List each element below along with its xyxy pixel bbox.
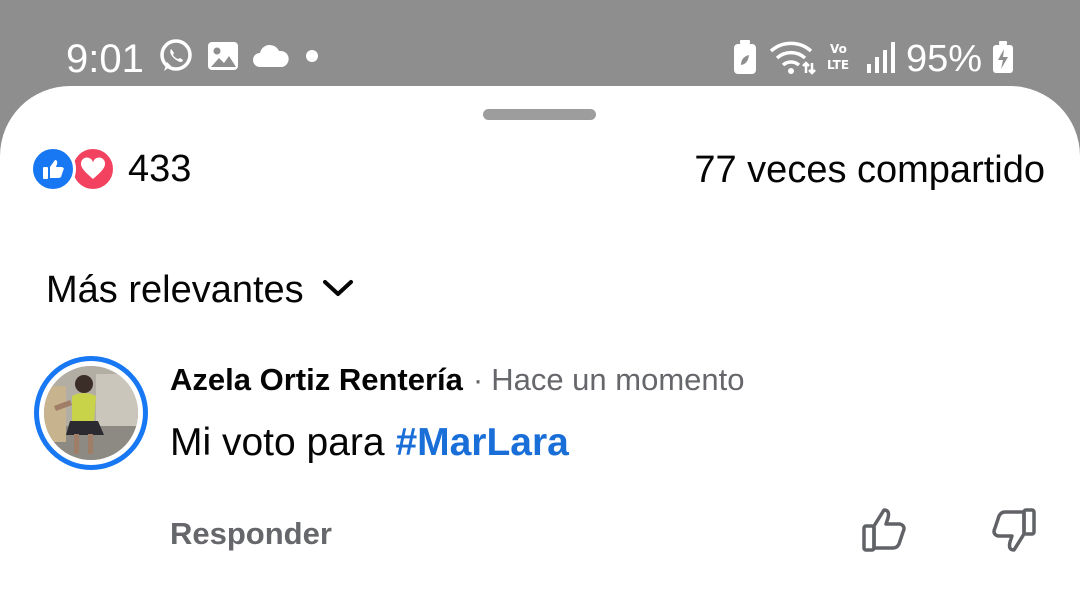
wifi-icon xyxy=(768,39,816,80)
volte-icon: Vo LTE xyxy=(826,39,856,80)
signal-icon xyxy=(866,40,896,79)
love-reaction-icon xyxy=(70,146,116,192)
whatsapp-icon xyxy=(158,38,194,79)
gallery-icon xyxy=(206,39,240,78)
status-bar: 9:01 Vo LTE 95% xyxy=(0,0,1080,100)
reactions-summary[interactable]: 433 xyxy=(30,146,191,192)
avatar[interactable] xyxy=(34,356,148,470)
separator-dot: · xyxy=(472,362,484,397)
avatar-image xyxy=(44,366,138,460)
comment-header: Azela Ortiz Rentería · Hace un momento xyxy=(170,360,745,400)
sheet-drag-handle[interactable] xyxy=(483,109,596,120)
thumbs-up-icon[interactable] xyxy=(860,504,912,556)
battery-percentage: 95% xyxy=(905,38,982,80)
chevron-down-icon xyxy=(322,278,354,303)
shares-count[interactable]: 77 veces compartido xyxy=(694,147,1045,193)
svg-text:LTE: LTE xyxy=(827,58,849,72)
reaction-count: 433 xyxy=(128,148,192,190)
comment-author[interactable]: Azela Ortiz Rentería xyxy=(170,360,463,400)
reply-button[interactable]: Responder xyxy=(170,514,332,554)
status-notification-icons xyxy=(158,38,322,79)
comment-timestamp: Hace un momento xyxy=(491,362,745,397)
comment-body: Mi voto para #MarLara xyxy=(170,418,569,468)
like-reaction-icon xyxy=(30,146,76,192)
sort-dropdown[interactable]: Más relevantes xyxy=(46,267,354,313)
hashtag-link[interactable]: #MarLara xyxy=(395,421,568,464)
battery-charging-icon xyxy=(992,40,1014,79)
comments-sheet: 433 77 veces compartido Más relevantes A… xyxy=(0,86,1080,591)
battery-saver-icon xyxy=(732,39,758,80)
status-system-icons: Vo LTE 95% xyxy=(732,36,1014,82)
dot-icon xyxy=(302,46,322,71)
thumbs-down-icon[interactable] xyxy=(986,504,1038,556)
sort-label: Más relevantes xyxy=(46,269,304,311)
status-time: 9:01 xyxy=(66,37,144,81)
comment-item: Azela Ortiz Rentería · Hace un momento M… xyxy=(34,356,1054,556)
comment-text: Mi voto para xyxy=(170,421,396,464)
cloud-icon xyxy=(252,43,290,74)
svg-text:Vo: Vo xyxy=(830,42,847,56)
